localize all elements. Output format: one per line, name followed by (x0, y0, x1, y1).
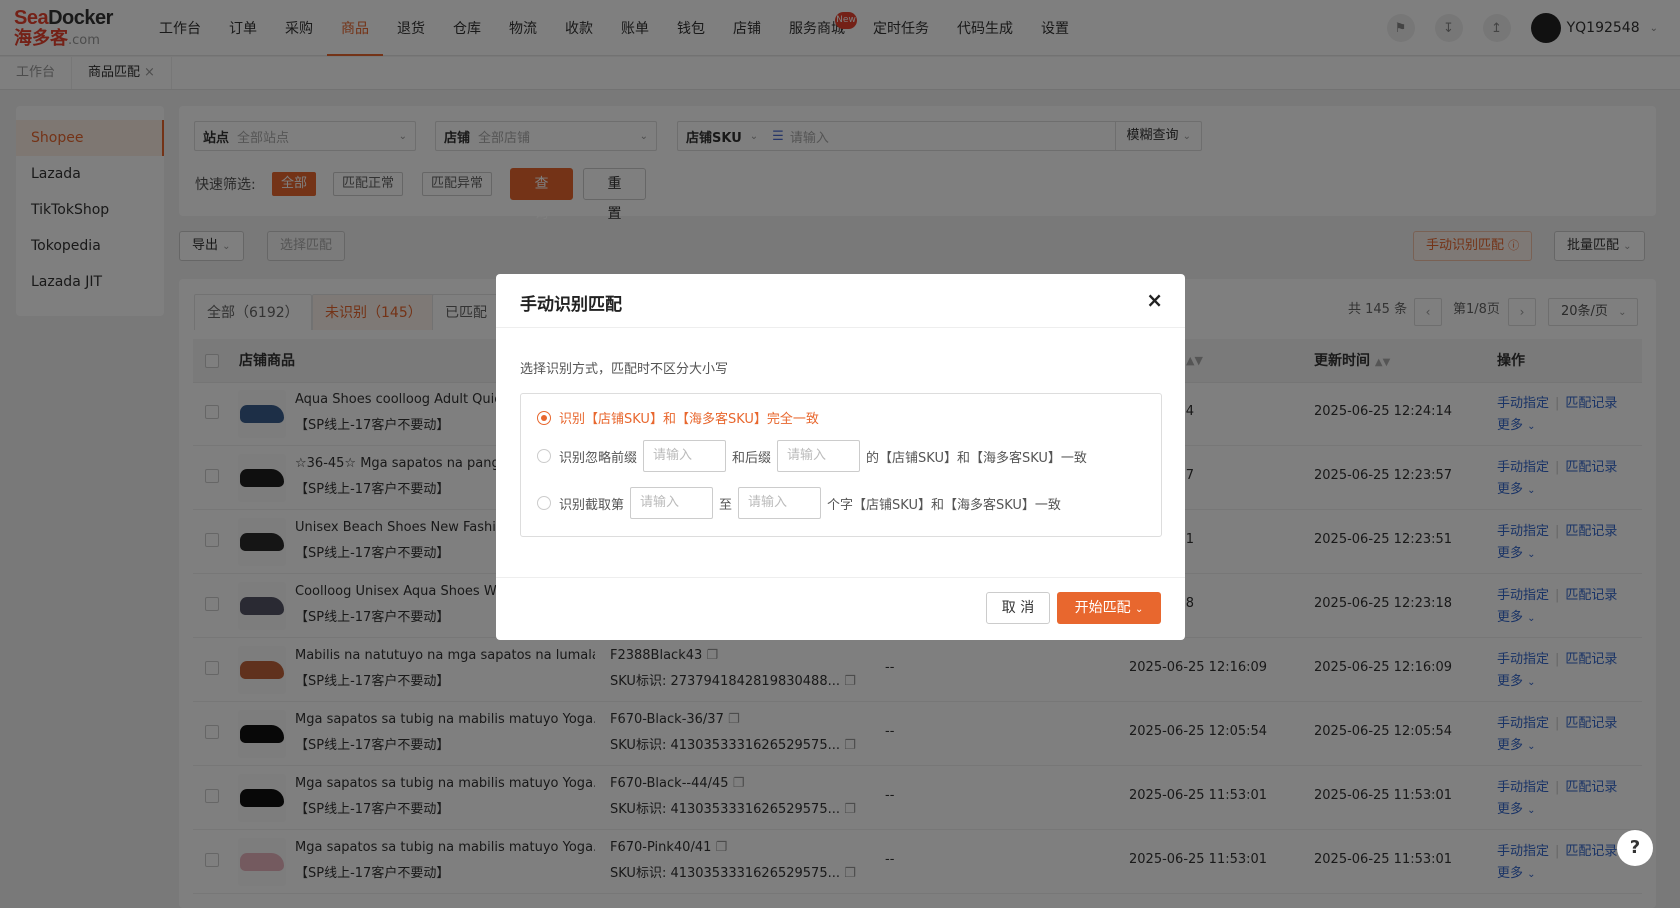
option-to-label: 至 (719, 497, 733, 513)
dialog-header: 手动识别匹配 × (496, 274, 1185, 328)
close-icon[interactable]: × (1146, 288, 1163, 312)
option-suffix-label: 和后缀 (732, 450, 772, 466)
radio-exact[interactable] (537, 410, 551, 425)
start-index-input[interactable]: 请输入 (630, 487, 714, 519)
dialog-title: 手动识别匹配 (520, 295, 622, 315)
end-index-input[interactable]: 请输入 (738, 487, 822, 519)
help-button[interactable]: ? (1617, 830, 1653, 866)
option-substring-tail: 个字【店铺SKU】和【海多客SKU】一致 (827, 497, 1061, 513)
match-options: 识别【店铺SKU】和【海多客SKU】完全一致 识别忽略前缀 请输入 和后缀 请输… (520, 393, 1162, 537)
option-substring-label: 识别截取第 (559, 497, 625, 513)
dialog-hint: 选择识别方式，匹配时不区分大小写 (520, 362, 729, 377)
suffix-input[interactable]: 请输入 (777, 440, 861, 472)
option-substring[interactable]: 识别截取第 请输入 至 请输入 个字【店铺SKU】和【海多客SKU】一致 (537, 487, 1061, 519)
prefix-input[interactable]: 请输入 (643, 440, 727, 472)
chevron-down-icon: ⌄ (1135, 604, 1144, 615)
option-exact-label: 识别【店铺SKU】和【海多客SKU】完全一致 (559, 412, 819, 427)
manual-match-dialog: 手动识别匹配 × 选择识别方式，匹配时不区分大小写 识别【店铺SKU】和【海多客… (496, 274, 1185, 640)
start-match-label: 开始匹配 (1074, 600, 1131, 616)
option-ignore-affix[interactable]: 识别忽略前缀 请输入 和后缀 请输入 的【店铺SKU】和【海多客SKU】一致 (537, 440, 1087, 472)
start-match-button[interactable]: 开始匹配 ⌄ (1057, 592, 1161, 624)
cancel-button[interactable]: 取 消 (986, 592, 1050, 624)
option-ignore-affix-tail: 的【店铺SKU】和【海多客SKU】一致 (866, 450, 1087, 466)
radio-substring[interactable] (537, 496, 551, 510)
radio-ignore-affix[interactable] (537, 449, 551, 463)
option-exact[interactable]: 识别【店铺SKU】和【海多客SKU】完全一致 (537, 408, 819, 427)
option-ignore-prefix-label: 识别忽略前缀 (559, 450, 638, 466)
